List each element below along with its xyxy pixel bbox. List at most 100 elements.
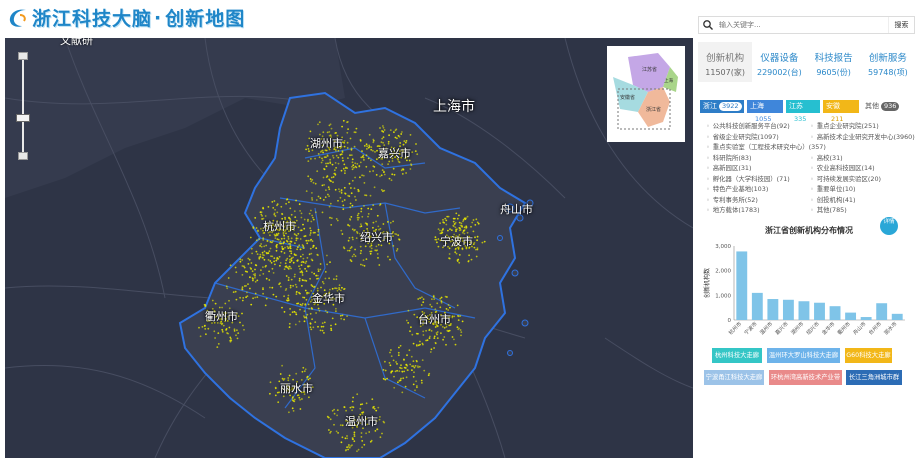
institution-dot[interactable] (279, 373, 282, 375)
institution-dot[interactable] (368, 144, 371, 147)
institution-dot[interactable] (374, 430, 377, 432)
institution-dot[interactable] (363, 443, 366, 446)
institution-dot[interactable] (298, 279, 301, 282)
institution-dot[interactable] (269, 247, 272, 250)
institution-dot[interactable] (372, 141, 375, 144)
institution-dot[interactable] (347, 194, 349, 197)
tab-instruments[interactable]: 仪器设备 229002(台) (752, 42, 806, 82)
institution-dot[interactable] (323, 184, 325, 186)
institution-dot[interactable] (317, 234, 319, 236)
institution-dot[interactable] (401, 131, 403, 133)
institution-dot[interactable] (292, 261, 295, 264)
institution-dot[interactable] (234, 290, 237, 293)
institution-dot[interactable] (275, 249, 278, 252)
region-pill-other[interactable]: 其他 936 (862, 100, 902, 113)
institution-dot[interactable] (377, 406, 380, 409)
institution-dot[interactable] (266, 239, 269, 242)
institution-dot[interactable] (373, 186, 376, 189)
institution-dot[interactable] (300, 212, 303, 215)
institution-dot[interactable] (456, 228, 458, 231)
institution-dot[interactable] (453, 338, 455, 341)
institution-dot[interactable] (370, 439, 373, 442)
institution-dot[interactable] (351, 168, 354, 171)
institution-dot[interactable] (258, 256, 261, 259)
institution-dot[interactable] (356, 450, 358, 453)
institution-dot[interactable] (310, 252, 313, 255)
institution-dot[interactable] (322, 131, 325, 134)
institution-dot[interactable] (404, 366, 407, 369)
institution-dot[interactable] (463, 226, 466, 229)
institution-dot[interactable] (465, 226, 468, 229)
institution-dot[interactable] (434, 341, 437, 344)
institution-dot[interactable] (340, 317, 343, 320)
institution-dot[interactable] (301, 398, 303, 400)
institution-dot[interactable] (310, 209, 312, 212)
institution-dot[interactable] (314, 211, 317, 214)
institution-dot[interactable] (455, 212, 458, 215)
institution-dot[interactable] (440, 230, 443, 232)
institution-dot[interactable] (255, 250, 258, 253)
institution-dot[interactable] (382, 141, 384, 144)
institution-dot[interactable] (284, 265, 287, 268)
institution-dot[interactable] (413, 366, 416, 369)
institution-dot[interactable] (254, 296, 257, 299)
institution-dot[interactable] (306, 242, 309, 245)
institution-dot[interactable] (287, 297, 289, 300)
institution-dot[interactable] (359, 139, 362, 141)
institution-dot[interactable] (304, 289, 307, 292)
institution-dot[interactable] (341, 233, 344, 235)
institution-dot[interactable] (310, 229, 312, 232)
institution-dot[interactable] (280, 205, 283, 208)
institution-dot[interactable] (375, 249, 378, 252)
institution-dot[interactable] (360, 207, 363, 210)
tab-innovation-services[interactable]: 创新服务 59748(项) (861, 42, 915, 82)
institution-dot[interactable] (285, 259, 288, 262)
institution-dot[interactable] (357, 190, 360, 193)
institution-dot[interactable] (334, 188, 337, 191)
institution-dot[interactable] (307, 239, 310, 242)
institution-dot[interactable] (317, 228, 320, 231)
institution-dot[interactable] (330, 329, 333, 331)
institution-dot[interactable] (243, 265, 245, 268)
institution-dot[interactable] (258, 238, 261, 241)
institution-dot[interactable] (227, 332, 230, 335)
institution-dot[interactable] (336, 409, 339, 411)
institution-dot[interactable] (250, 268, 253, 270)
institution-dot[interactable] (317, 230, 320, 233)
institution-dot[interactable] (343, 406, 346, 408)
institution-dot[interactable] (378, 418, 381, 421)
institution-dot[interactable] (326, 154, 329, 157)
institution-dot[interactable] (292, 396, 294, 398)
institution-dot[interactable] (404, 141, 407, 144)
institution-dot[interactable] (350, 154, 353, 156)
institution-dot[interactable] (419, 340, 421, 343)
institution-dot[interactable] (379, 203, 382, 206)
institution-dot[interactable] (301, 244, 304, 246)
institution-dot[interactable] (351, 236, 354, 239)
institution-dot[interactable] (349, 206, 352, 209)
institution-dot[interactable] (276, 258, 278, 260)
institution-dot[interactable] (299, 210, 301, 212)
institution-dot[interactable] (348, 444, 350, 446)
institution-dot[interactable] (305, 298, 308, 301)
institution-dot[interactable] (297, 232, 300, 235)
institution-dot[interactable] (354, 248, 356, 251)
institution-dot[interactable] (279, 240, 282, 243)
institution-dot[interactable] (421, 342, 424, 345)
region-pill-anhui[interactable]: 安徽211 (823, 100, 859, 124)
institution-dot[interactable] (336, 414, 338, 417)
institution-dot[interactable] (392, 245, 395, 247)
institution-dot[interactable] (351, 204, 354, 207)
institution-dot[interactable] (319, 329, 322, 332)
institution-dot[interactable] (402, 169, 405, 171)
institution-dot[interactable] (431, 298, 433, 300)
institution-dot[interactable] (254, 274, 256, 277)
institution-dot[interactable] (410, 355, 413, 358)
institution-dot[interactable] (389, 258, 391, 261)
institution-dot[interactable] (433, 337, 436, 339)
institution-dot[interactable] (295, 293, 298, 295)
institution-dot[interactable] (405, 140, 408, 142)
institution-dot[interactable] (347, 446, 350, 448)
institution-dot[interactable] (466, 215, 469, 218)
institution-dot[interactable] (399, 366, 401, 369)
